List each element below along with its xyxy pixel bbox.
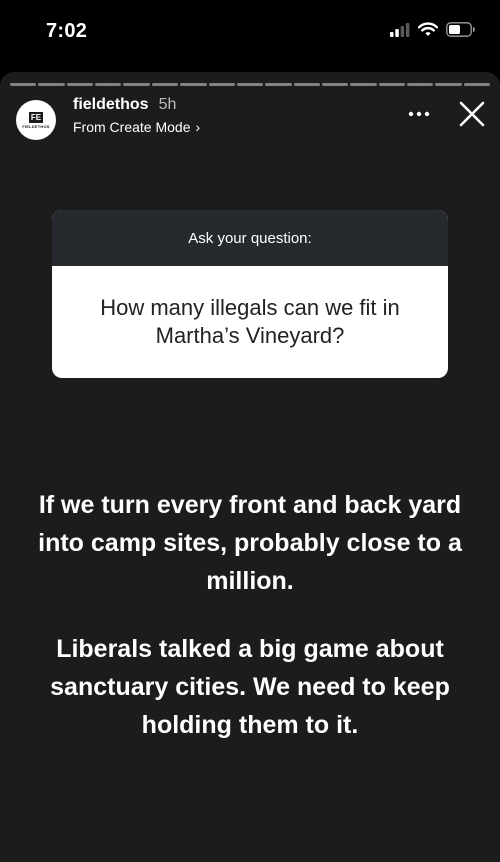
account-info: fieldethos 5h From Create Mode › xyxy=(73,96,200,135)
more-options-button[interactable] xyxy=(406,102,432,126)
progress-segment xyxy=(236,83,264,86)
avatar[interactable]: FE FIELDETHOS xyxy=(16,100,56,140)
chevron-right-icon: › xyxy=(195,119,201,135)
cellular-signal-icon xyxy=(390,22,410,42)
create-mode-link[interactable]: From Create Mode › xyxy=(73,119,200,135)
question-sticker-header: Ask your question: xyxy=(52,210,448,266)
story-progress-bar xyxy=(10,83,491,86)
battery-icon xyxy=(446,22,476,42)
wifi-icon xyxy=(417,22,439,42)
progress-segment xyxy=(180,83,207,86)
story-viewer[interactable]: FE FIELDETHOS fieldethos 5h From Create … xyxy=(0,72,500,862)
question-text: How many illegals can we fit in Martha’s… xyxy=(100,295,400,348)
progress-segment xyxy=(38,83,65,86)
answer-text: If we turn every front and back yard int… xyxy=(20,486,480,774)
status-icons xyxy=(390,20,476,44)
progress-segment xyxy=(293,83,320,86)
progress-segment xyxy=(151,83,179,86)
progress-segment xyxy=(123,83,150,86)
progress-segment xyxy=(95,83,122,86)
avatar-brand: FIELDETHOS xyxy=(22,123,50,129)
more-dots-icon xyxy=(408,111,430,117)
close-button[interactable] xyxy=(458,100,486,128)
answer-paragraph-2: Liberals talked a big game about sanctua… xyxy=(50,635,450,739)
answer-paragraph-1: If we turn every front and back yard int… xyxy=(38,491,462,595)
progress-segment xyxy=(350,83,377,86)
progress-segment xyxy=(463,83,491,86)
question-sticker: Ask your question: How many illegals can… xyxy=(52,210,448,378)
progress-segment xyxy=(265,83,292,86)
progress-segment xyxy=(66,83,94,86)
progress-segment xyxy=(435,83,462,86)
progress-segment xyxy=(321,83,349,86)
close-icon xyxy=(459,101,485,127)
progress-segment xyxy=(10,83,37,86)
username-link[interactable]: fieldethos xyxy=(73,96,149,114)
progress-segment xyxy=(208,83,235,86)
create-mode-label: From Create Mode xyxy=(73,119,191,135)
post-time: 5h xyxy=(158,96,177,113)
status-time: 7:02 xyxy=(46,20,88,42)
avatar-initials: FE xyxy=(28,111,44,123)
progress-segment xyxy=(407,83,434,86)
progress-segment xyxy=(378,83,406,86)
status-bar: 7:02 xyxy=(0,0,500,64)
